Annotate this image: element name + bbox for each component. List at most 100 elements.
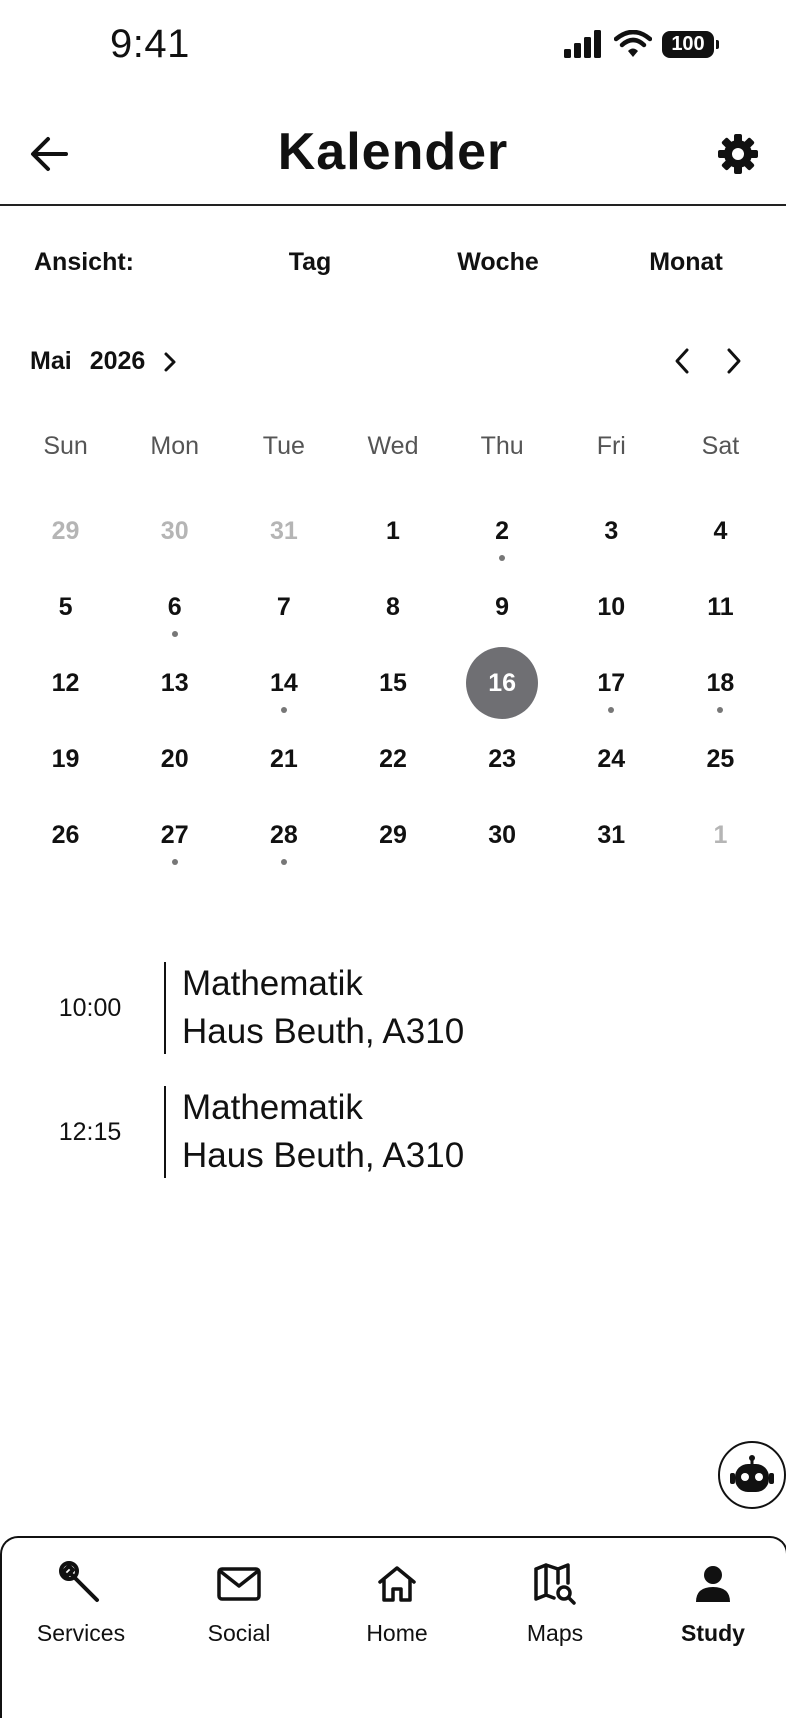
nav-item-home[interactable]: Home (322, 1560, 472, 1647)
day-number: 19 (51, 744, 80, 773)
nav-label: Services (36, 1620, 126, 1646)
calendar-day[interactable]: 2 (448, 496, 557, 572)
calendar-day[interactable]: 30 (120, 496, 229, 572)
nav-label: Study (681, 1620, 745, 1646)
previous-month-button[interactable] (666, 344, 700, 378)
status-time: 9:41 (110, 22, 190, 66)
weekday-label: Tue (262, 432, 305, 460)
day-number: 9 (495, 592, 510, 621)
day-number: 26 (51, 820, 80, 849)
calendar-day[interactable]: 19 (11, 724, 120, 800)
day-number: 16 (466, 647, 539, 719)
header-divider (0, 204, 786, 206)
weekday-label: Wed (367, 432, 419, 460)
calendar-day[interactable]: 20 (120, 724, 229, 800)
calendar-day[interactable]: 27 (120, 800, 229, 876)
calendar-day[interactable]: 3 (557, 496, 666, 572)
day-number: 31 (269, 516, 298, 545)
event-room: Haus Beuth, A310 (182, 1012, 465, 1051)
calendar-day[interactable]: 8 (338, 572, 447, 648)
day-number: 30 (488, 820, 517, 849)
calendar-day[interactable]: 31 (229, 496, 338, 572)
calendar-day[interactable]: 24 (557, 724, 666, 800)
robot-icon (730, 1455, 774, 1492)
calendar-day[interactable]: 29 (11, 496, 120, 572)
calendar-day[interactable]: 1 (666, 800, 775, 876)
page-title: Kalender (277, 123, 509, 181)
event-title: Mathematik (182, 964, 363, 1003)
weekday-label: Thu (480, 432, 524, 460)
settings-button[interactable] (714, 130, 762, 178)
calendar-day[interactable]: 7 (229, 572, 338, 648)
nav-item-maps[interactable]: Maps (480, 1560, 630, 1647)
battery-level: 100 (671, 32, 705, 55)
next-month-button[interactable] (716, 344, 750, 378)
calendar-day[interactable]: 14 (229, 648, 338, 724)
calendar-day[interactable]: 15 (338, 648, 447, 724)
day-number: 23 (488, 744, 517, 773)
nav-label: Social (207, 1620, 271, 1646)
calendar-day[interactable]: 26 (11, 800, 120, 876)
day-number: 20 (160, 744, 189, 773)
event-title: Mathematik (182, 1088, 363, 1127)
day-number: 1 (713, 820, 728, 849)
calendar-day[interactable]: 29 (338, 800, 447, 876)
calendar-day[interactable]: 1 (338, 496, 447, 572)
map-search-icon (534, 1563, 576, 1605)
mail-icon (217, 1567, 261, 1601)
calendar-day[interactable]: 9 (448, 572, 557, 648)
event-indicator-dot (280, 707, 287, 713)
home-icon (378, 1566, 416, 1602)
view-option-week[interactable]: Woche (428, 248, 568, 277)
day-number: 10 (597, 592, 626, 621)
day-number: 21 (269, 744, 298, 773)
wifi-icon (614, 30, 652, 57)
calendar-day[interactable]: 4 (666, 496, 775, 572)
nav-item-study[interactable]: Study (638, 1560, 786, 1647)
battery-icon: 100 (662, 30, 719, 58)
day-number: 13 (160, 668, 189, 697)
month-name: Mai (30, 347, 72, 375)
gear-icon (718, 134, 758, 174)
calendar-day[interactable]: 10 (557, 572, 666, 648)
weekday-label: Sat (701, 432, 740, 460)
event-item[interactable]: 10:00 Mathematik Haus Beuth, A310 (0, 962, 786, 1054)
calendar-day[interactable]: 17 (557, 648, 666, 724)
day-number: 25 (706, 744, 735, 773)
event-divider (164, 1086, 166, 1178)
calendar-day-selected[interactable]: 16 (448, 647, 557, 724)
day-number: 29 (51, 516, 80, 545)
day-number: 22 (379, 744, 407, 773)
view-option-month[interactable]: Monat (616, 248, 756, 277)
calendar-day[interactable]: 28 (229, 800, 338, 876)
weekday-label: Sun (43, 432, 88, 460)
calendar-day[interactable]: 6 (120, 572, 229, 648)
event-item[interactable]: 12:15 Mathematik Haus Beuth, A310 (0, 1086, 786, 1178)
chevron-left-icon (675, 348, 689, 374)
event-time: 10:00 (58, 994, 122, 1022)
day-number: 11 (707, 592, 734, 621)
cellular-signal-icon (564, 30, 601, 58)
view-option-day[interactable]: Tag (240, 248, 380, 277)
nav-label: Home (366, 1620, 428, 1646)
calendar-day[interactable]: 22 (338, 724, 447, 800)
assistant-button[interactable] (718, 1441, 786, 1509)
calendar-day[interactable]: 30 (448, 800, 557, 876)
event-indicator-dot (171, 859, 178, 865)
calendar-day[interactable]: 18 (666, 648, 775, 724)
day-number: 4 (713, 516, 728, 545)
calendar-day[interactable]: 11 (666, 572, 775, 648)
weekday-label: Fri (596, 432, 626, 460)
calendar-day[interactable]: 25 (666, 724, 775, 800)
calendar-day[interactable]: 13 (120, 648, 229, 724)
month-picker[interactable]: Mai 2026 (30, 347, 181, 376)
day-number: 31 (597, 820, 626, 849)
calendar-day[interactable]: 5 (11, 572, 120, 648)
calendar-day[interactable]: 21 (229, 724, 338, 800)
nav-item-services[interactable]: Services (6, 1560, 156, 1647)
nav-item-social[interactable]: Social (164, 1560, 314, 1647)
calendar-day[interactable]: 31 (557, 800, 666, 876)
calendar-day[interactable]: 23 (448, 724, 557, 800)
calendar-day[interactable]: 12 (11, 648, 120, 724)
day-number: 15 (379, 668, 407, 697)
